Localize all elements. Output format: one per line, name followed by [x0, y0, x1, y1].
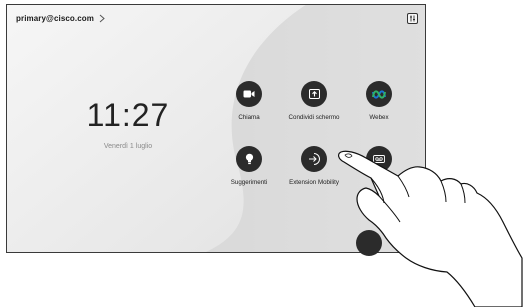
partially-hidden-button[interactable]: [356, 230, 382, 256]
call-label: Chiama: [238, 114, 260, 121]
account-label: primary@cisco.com: [16, 14, 94, 23]
voicemail-tile[interactable]: [344, 146, 414, 179]
clock-time: 11:27: [86, 97, 170, 133]
tips-button[interactable]: [236, 146, 262, 172]
share-screen-tile[interactable]: Condividi schermo: [279, 81, 349, 121]
chevron-right-icon: [99, 14, 105, 23]
control-panel-button[interactable]: [407, 13, 418, 24]
call-button[interactable]: [236, 81, 262, 107]
extension-mobility-label: Extension Mobility: [289, 179, 339, 186]
sliders-icon: [410, 15, 415, 22]
webex-button[interactable]: [366, 81, 392, 107]
webex-label: Webex: [369, 114, 389, 121]
webex-tile[interactable]: Webex: [344, 81, 414, 121]
share-screen-icon: [308, 89, 320, 99]
tutorial-figure: primary@cisco.com 11:27 Venerdì 1 luglio…: [0, 0, 523, 307]
video-camera-icon: [243, 90, 255, 98]
extension-mobility-tile[interactable]: Extension Mobility: [279, 146, 349, 186]
extension-mobility-button[interactable]: [301, 146, 327, 172]
lightbulb-icon: [245, 153, 253, 165]
webex-logo-icon: [372, 89, 386, 99]
wallpaper: [7, 5, 425, 252]
sign-in-icon: [309, 153, 320, 165]
call-tile[interactable]: Chiama: [214, 81, 284, 121]
tips-tile[interactable]: Suggerimenti: [214, 146, 284, 186]
touch-panel-screen: primary@cisco.com 11:27 Venerdì 1 luglio…: [6, 4, 426, 253]
tips-label: Suggerimenti: [230, 179, 268, 186]
voicemail-icon: [373, 155, 385, 163]
voicemail-button[interactable]: [366, 146, 392, 172]
share-screen-button[interactable]: [301, 81, 327, 107]
clock-date: Venerdì 1 luglio: [103, 143, 153, 150]
share-screen-label: Condividi schermo: [288, 114, 340, 121]
account-button[interactable]: primary@cisco.com: [16, 14, 106, 23]
